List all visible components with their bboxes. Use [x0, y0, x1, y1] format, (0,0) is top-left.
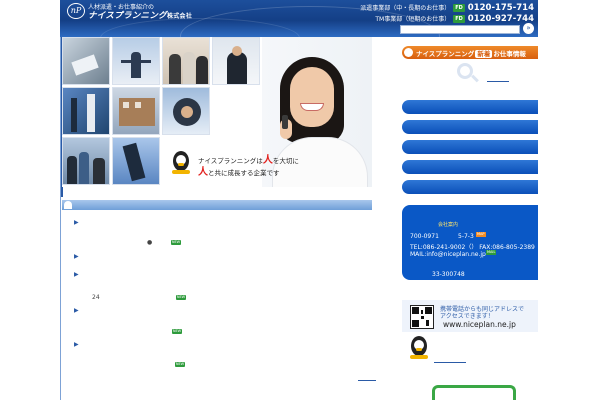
hero-photo-tile: [62, 137, 110, 185]
news-item[interactable]: ▶: [74, 253, 374, 267]
news-extra-text: 24: [92, 294, 100, 301]
news-header-bar: [62, 200, 372, 210]
new-info-tag: 新着: [475, 50, 493, 58]
contact-tm: TM事業部（短期のお仕事） FD 0120-927-744: [375, 13, 534, 24]
hero-photo-tile: [162, 87, 210, 135]
company-title: 会社案内: [438, 222, 459, 228]
arrow-right-icon: ▶: [74, 219, 79, 226]
penguin-mascot-icon: [408, 334, 430, 360]
sidebar-link[interactable]: [434, 362, 466, 363]
new-badge: NEW: [172, 329, 182, 334]
hero-line1-suffix: を大切に: [272, 157, 299, 165]
company-address-num: 5-7-3: [458, 233, 474, 240]
logo-name[interactable]: ナイスプランニング株式会社: [88, 9, 192, 21]
mail-link[interactable]: MAIL: [486, 250, 497, 255]
mobile-access-text: 携帯電話からも同じアドレスで アクセスできます！: [440, 306, 524, 320]
arrow-right-icon: ▶: [74, 307, 79, 314]
new-job-info-title: ナイスプランニング 新着 お仕事情報: [416, 48, 526, 58]
hero-highlight: 人: [262, 155, 273, 166]
bullet-circle-icon: [404, 48, 413, 57]
logo-name-text: ナイスプランニング: [88, 11, 167, 21]
arrow-right-icon: ▶: [74, 341, 79, 348]
news-item[interactable]: ▶: [74, 307, 374, 321]
sidebar-menu-item[interactable]: [402, 180, 538, 194]
freedial-icon: FD: [453, 14, 465, 23]
company-mail[interactable]: MAIL:info@niceplan.ne.jp: [410, 251, 486, 258]
job-search-link[interactable]: [487, 81, 509, 82]
company-info-box: 会社案内 700-0971 5-7-3 MAP TEL:086-241-9002…: [402, 205, 538, 280]
contact-dept: 派遣事業部（中・長期のお仕事）: [360, 5, 451, 12]
contact-tel[interactable]: 0120-927-744: [468, 14, 534, 24]
sidebar-menu-item[interactable]: [402, 100, 538, 114]
new-badge: NEW: [176, 295, 186, 300]
news-more-link[interactable]: [358, 380, 376, 381]
logo-suffix: 株式会社: [166, 13, 193, 20]
freedial-icon: FD: [453, 3, 465, 12]
qr-code-icon: [410, 305, 434, 329]
hero-banner: ナイスプランニングは人を大切に 人と共に成長する企業です: [62, 37, 372, 187]
mobile-line2: アクセスできます！: [440, 313, 494, 320]
company-postal: 700-0971: [410, 233, 439, 240]
logo-icon[interactable]: nP: [67, 3, 85, 19]
search-input[interactable]: [400, 25, 520, 34]
hero-tagline: ナイスプランニングは人を大切に 人と共に成長する企業です: [198, 155, 299, 179]
page: nP 人材派遣・お仕事紹介の ナイスプランニング株式会社 派遣事業部（中・長期の…: [0, 0, 600, 400]
new-badge: NEW: [171, 240, 181, 245]
house-icon: [64, 201, 72, 209]
arrow-right-icon: ▶: [74, 253, 79, 260]
map-link[interactable]: MAP: [476, 232, 486, 237]
sidebar-menu-item[interactable]: [402, 160, 538, 174]
company-license: 33-300748: [432, 271, 465, 278]
hero-photo-tile: [62, 87, 110, 135]
job-search-graphic: [405, 61, 535, 89]
new-info-suffix: お仕事情報: [493, 50, 526, 58]
news-item[interactable]: ▶: [74, 341, 374, 355]
contact-dept: TM事業部（短期のお仕事）: [375, 16, 451, 23]
hero-photo-tile: [212, 37, 260, 85]
news-item[interactable]: ▶: [74, 219, 374, 233]
arrow-right-icon: ▶: [74, 271, 79, 278]
sidebar-green-button[interactable]: [432, 385, 516, 400]
sidebar-menu-item[interactable]: [402, 120, 538, 134]
hero-photo-tile: [112, 137, 160, 185]
sidebar-menu-item[interactable]: [402, 140, 538, 154]
new-job-info-header[interactable]: ナイスプランニング 新着 お仕事情報: [402, 46, 538, 59]
mobile-url[interactable]: www.niceplan.ne.jp: [443, 320, 516, 329]
new-badge: NEW: [175, 362, 185, 367]
mobile-line1: 携帯電話からも同じアドレスで: [440, 306, 525, 313]
news-item[interactable]: ▶: [74, 271, 374, 285]
news-bullet: ●: [147, 239, 153, 246]
magnifier-handle: [471, 74, 479, 83]
contact-dispatch: 派遣事業部（中・長期のお仕事） FD 0120-175-714: [360, 2, 534, 13]
hero-photo-tile: [162, 37, 210, 85]
penguin-mascot-icon: [170, 149, 192, 175]
company-tel-fax: TEL:086-241-9002（） FAX:086-805-2389: [410, 244, 535, 251]
hero-line1-prefix: ナイスプランニングは: [198, 157, 263, 165]
hero-line2-suffix: と共に成長する企業です: [208, 169, 280, 177]
contact-tel[interactable]: 0120-175-714: [468, 3, 534, 13]
new-info-prefix: ナイスプランニング: [416, 50, 475, 58]
search-button[interactable]: »: [523, 23, 534, 34]
hero-photo-tile: [112, 37, 160, 85]
hero-photo-tile: [62, 37, 110, 85]
hero-photo-tile: [112, 87, 160, 135]
hero-highlight: 人: [198, 167, 208, 178]
